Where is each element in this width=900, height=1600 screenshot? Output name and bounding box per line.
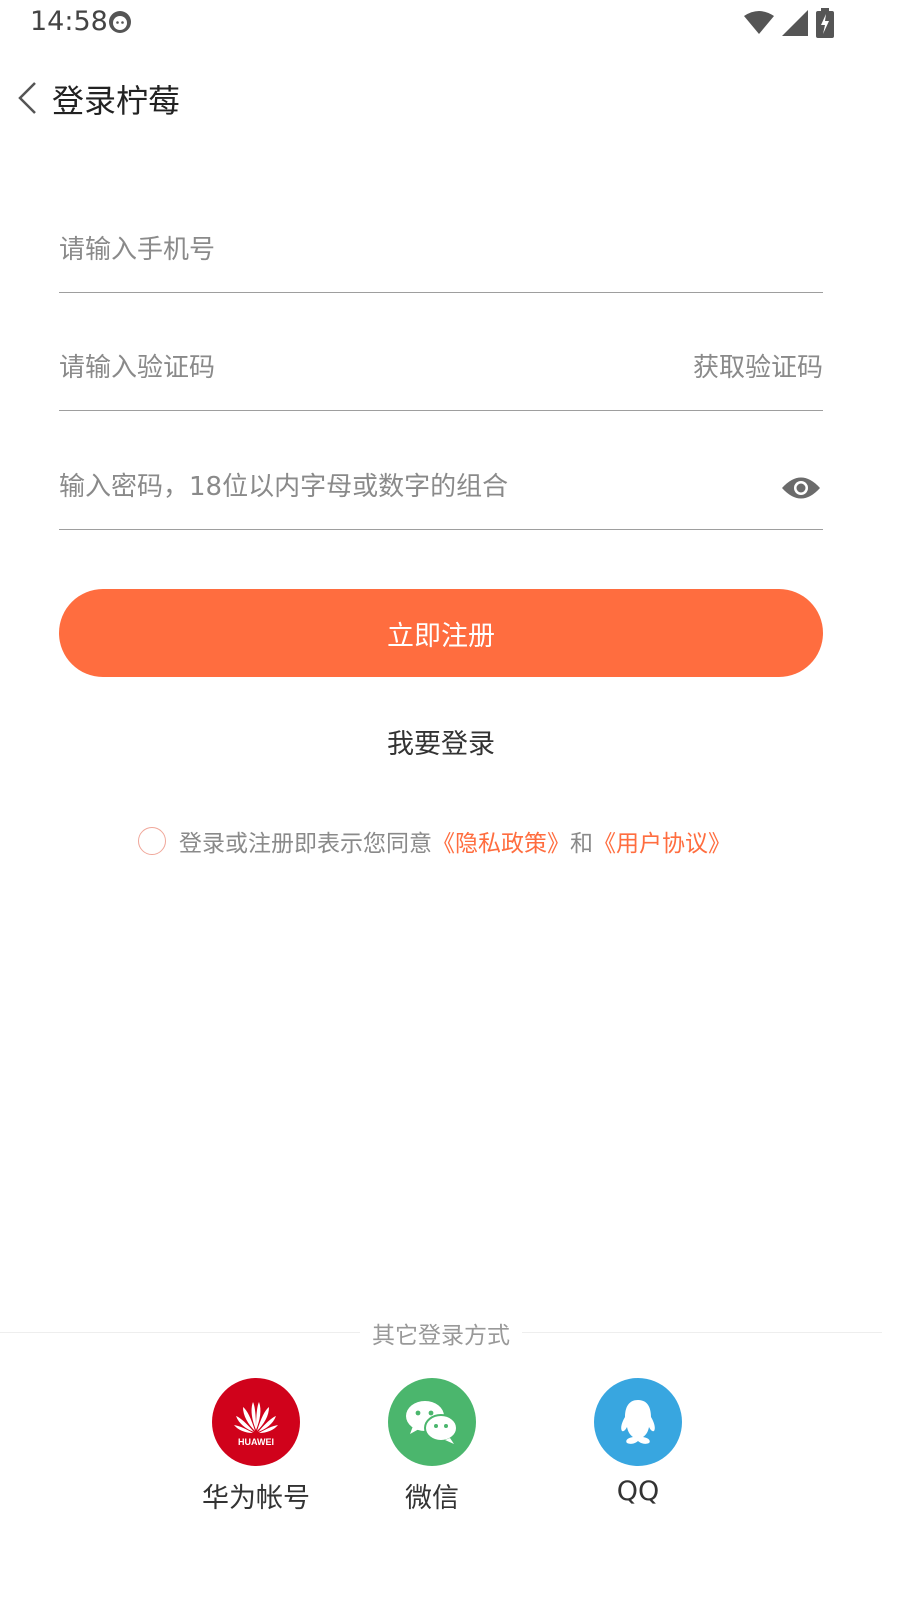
other-login-label: 其它登录方式 [360,1316,522,1350]
wifi-icon [744,11,774,34]
password-field [59,446,823,530]
password-input[interactable] [59,467,659,507]
register-button[interactable]: 立即注册 [59,589,823,677]
get-code-button[interactable]: 获取验证码 [693,347,823,384]
huawei-login-button[interactable]: HUAWEI 华为帐号 [196,1378,316,1515]
status-icons [744,6,834,40]
status-bar: 14:58 [0,0,900,46]
wechat-icon [388,1378,476,1466]
agreement-row: 登录或注册即表示您同意 《隐私政策》 和 《用户协议》 [138,823,731,859]
wechat-login-label: 微信 [405,1483,459,1514]
privacy-policy-link[interactable]: 《隐私政策》 [432,824,570,858]
back-button[interactable] [10,78,44,118]
phone-input[interactable] [59,230,659,270]
code-input[interactable] [59,348,659,388]
qq-icon [594,1378,682,1466]
qq-login-label: QQ [616,1476,660,1507]
qq-login-button[interactable]: QQ [578,1378,698,1507]
login-link[interactable]: 我要登录 [0,722,882,761]
agreement-and: 和 [570,831,593,857]
huawei-icon: HUAWEI [212,1378,300,1466]
agreement-radio[interactable] [138,827,166,855]
agreement-prefix: 登录或注册即表示您同意 [179,831,432,857]
status-time: 14:58 [30,6,108,37]
svg-text:HUAWEI: HUAWEI [238,1437,274,1447]
wechat-login-button[interactable]: 微信 [372,1378,492,1515]
huawei-login-label: 华为帐号 [202,1483,310,1514]
code-field: 获取验证码 [59,328,823,411]
signal-icon [782,10,808,36]
eye-icon[interactable] [781,473,821,503]
phone-field [59,210,823,293]
user-agreement-link[interactable]: 《用户协议》 [593,824,731,858]
battery-charging-icon [816,8,834,38]
page-title: 登录柠莓 [52,82,181,120]
chevron-left-icon [18,82,36,114]
nav-header: 登录柠莓 [0,70,900,126]
notification-face-icon [109,11,131,33]
